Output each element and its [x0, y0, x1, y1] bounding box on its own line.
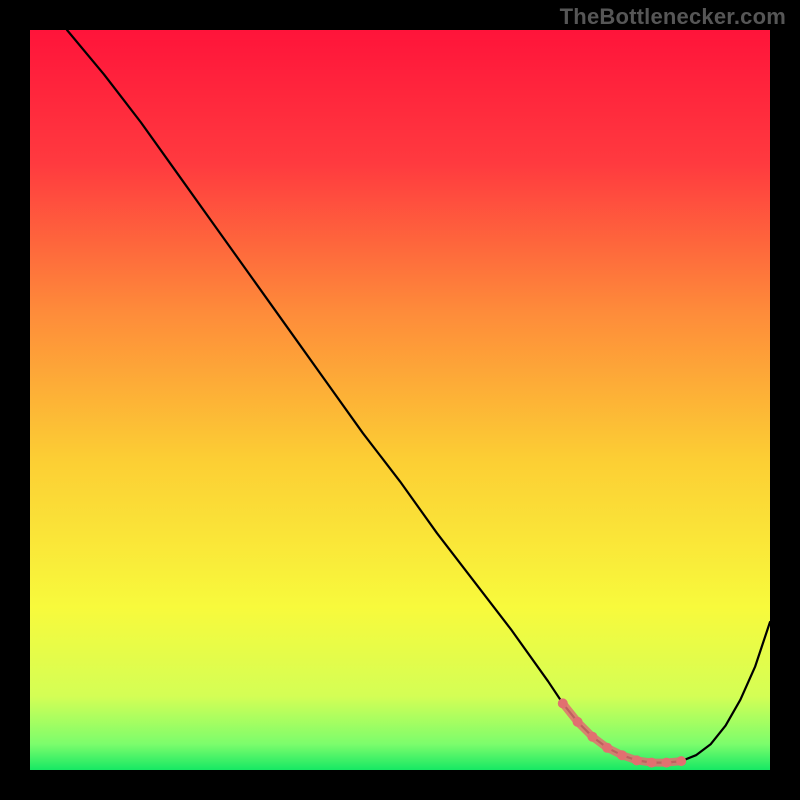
- optimal-zone-dot: [617, 750, 627, 760]
- watermark-label: TheBottlenecker.com: [560, 4, 786, 30]
- chart-container: TheBottlenecker.com: [0, 0, 800, 800]
- bottleneck-chart: [30, 30, 770, 770]
- optimal-zone-dot: [558, 698, 568, 708]
- optimal-zone-dot: [587, 732, 597, 742]
- optimal-zone-dot: [602, 743, 612, 753]
- optimal-zone-dot: [573, 717, 583, 727]
- optimal-zone-dot: [661, 758, 671, 768]
- optimal-zone-dot: [632, 755, 642, 765]
- optimal-zone-dot: [676, 756, 686, 766]
- gradient-panel: [30, 30, 770, 770]
- optimal-zone-dot: [647, 758, 657, 768]
